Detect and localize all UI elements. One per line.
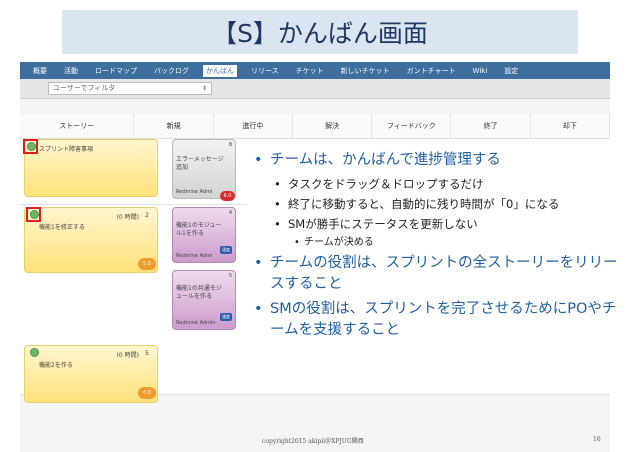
menu-new-ticket[interactable]: 新しいチケット bbox=[338, 65, 393, 77]
story-points: 5 bbox=[145, 350, 149, 357]
estimate-badge: 6.0 bbox=[220, 191, 235, 201]
highlight-box bbox=[23, 139, 38, 154]
menu-settings[interactable]: 設定 bbox=[501, 65, 521, 77]
bullet-level1: • SMの役割は、スプリントを完了させるためにPOやチームを支援すること bbox=[254, 301, 617, 338]
menu-kanban[interactable]: かんばん bbox=[203, 64, 237, 77]
highlight-box bbox=[26, 207, 41, 222]
column-header-story: ストーリー bbox=[20, 114, 135, 138]
menu-gantt[interactable]: ガントチャート bbox=[404, 65, 459, 77]
bullet-level2: • SMが勝手にステータスを更新しない bbox=[274, 217, 478, 231]
story-title: 機能2を作る bbox=[39, 362, 73, 369]
menu-activity[interactable]: 活動 bbox=[61, 65, 81, 77]
column-header-in-progress: 進行中 bbox=[214, 114, 293, 138]
page-number: 16 bbox=[593, 436, 601, 443]
estimate-badge: 5.0 bbox=[138, 258, 156, 270]
column-header-feedback: フィードバック bbox=[372, 114, 452, 138]
story-points: 2 bbox=[145, 212, 149, 219]
user-filter-value: ユーザーでフィルタ bbox=[53, 84, 116, 92]
task-assignee: Redmine Admi bbox=[176, 189, 213, 195]
task-assignee: Redmine Admi bbox=[176, 253, 213, 259]
bullet-level1: • チームの役割は、スプリントの全ストーリーをリリースすること bbox=[254, 255, 618, 292]
story-title: 機能1を修正する bbox=[39, 224, 85, 231]
task-card[interactable]: 5 機能1の共通モジュールを作る Redmine Admin bbox=[172, 270, 236, 330]
bullet-level2: • 終了に移動すると、自動的に残り時間が「0」になる bbox=[274, 197, 560, 211]
bullet-level3: • チームが決める bbox=[294, 237, 374, 248]
user-filter-select[interactable]: ユーザーでフィルタ ⬍ bbox=[48, 82, 212, 95]
task-title: エラーメッセージ追加 bbox=[176, 156, 224, 171]
task-tag: 速度 bbox=[220, 313, 232, 321]
story-hours: (0 時間) bbox=[116, 214, 139, 221]
task-title: 機能1の共通モジュールを作る bbox=[176, 285, 222, 300]
board-column-headers: ストーリー 新規 進行中 解決 フィードバック 終了 却下 bbox=[20, 114, 610, 139]
slide-footer: copyright2015 akipii＠XPJUG関西 16 bbox=[0, 432, 638, 451]
column-header-new: 新規 bbox=[134, 114, 214, 138]
story-card[interactable]: スプリント障害事項 bbox=[24, 139, 158, 197]
bullet-text: タスクをドラッグ＆ドロップするだけ bbox=[288, 177, 484, 191]
slide-title: 【S】かんばん画面 bbox=[62, 10, 578, 54]
task-card[interactable]: 8 エラーメッセージ追加 Redmine Admi bbox=[172, 139, 236, 199]
add-task-icon[interactable] bbox=[30, 348, 39, 357]
bullet-text: チームが決める bbox=[304, 237, 374, 248]
menu-releases[interactable]: リリース bbox=[248, 65, 282, 77]
bullet-text: SMの役割は、スプリントを完了させるためにPOやチームを支援すること bbox=[270, 301, 617, 338]
menu-backlog[interactable]: バックログ bbox=[151, 65, 192, 77]
select-arrow-icon: ⬍ bbox=[201, 85, 207, 92]
bullet-text: チームは、かんばんで進捗管理する bbox=[270, 152, 501, 168]
task-number: 5 bbox=[228, 273, 232, 279]
filter-bar: ユーザーでフィルタ ⬍ bbox=[20, 79, 610, 99]
menu-roadmap[interactable]: ロードマップ bbox=[92, 65, 140, 77]
task-title: 機能1のモジュール1を作る bbox=[176, 222, 222, 237]
bullet-points: • チームは、かんばんで進捗管理する • タスクをドラッグ＆ドロップするだけ • 終了… bbox=[248, 150, 628, 345]
column-header-resolved: 解決 bbox=[293, 114, 373, 138]
bullet-text: 終了に移動すると、自動的に残り時間が「0」になる bbox=[288, 197, 560, 211]
bullet-level2: • タスクをドラッグ＆ドロップするだけ bbox=[274, 177, 484, 191]
task-number: 4 bbox=[228, 210, 232, 216]
bullet-text: チームの役割は、スプリントの全ストーリーをリリースすること bbox=[270, 255, 618, 292]
task-card[interactable]: 4 機能1のモジュール1を作る Redmine Admi bbox=[172, 207, 236, 263]
menu-tickets[interactable]: チケット bbox=[293, 65, 327, 77]
column-header-closed: 終了 bbox=[451, 114, 531, 138]
story-lane: 機能2を作る (0 時間) 5 6.0 bbox=[20, 337, 610, 407]
copyright-text: copyright2015 akipii＠XPJUG関西 bbox=[262, 438, 364, 445]
task-tag: 速度 bbox=[220, 246, 232, 254]
bullet-text: SMが勝手にステータスを更新しない bbox=[288, 217, 478, 231]
estimate-badge: 6.0 bbox=[138, 387, 156, 399]
story-title: スプリント障害事項 bbox=[39, 146, 94, 153]
story-hours: (0 時間) bbox=[116, 352, 139, 359]
menu-wiki[interactable]: Wiki bbox=[470, 66, 491, 76]
menu-overview[interactable]: 概要 bbox=[30, 65, 50, 77]
column-header-rejected: 却下 bbox=[531, 114, 610, 138]
project-menu: 概要 活動 ロードマップ バックログ かんばん リリース チケット 新しいチケッ… bbox=[20, 62, 610, 79]
task-assignee: Redmine Admin bbox=[176, 320, 216, 326]
bullet-level1: • チームは、かんばんで進捗管理する bbox=[254, 152, 501, 168]
task-number: 8 bbox=[228, 142, 232, 148]
